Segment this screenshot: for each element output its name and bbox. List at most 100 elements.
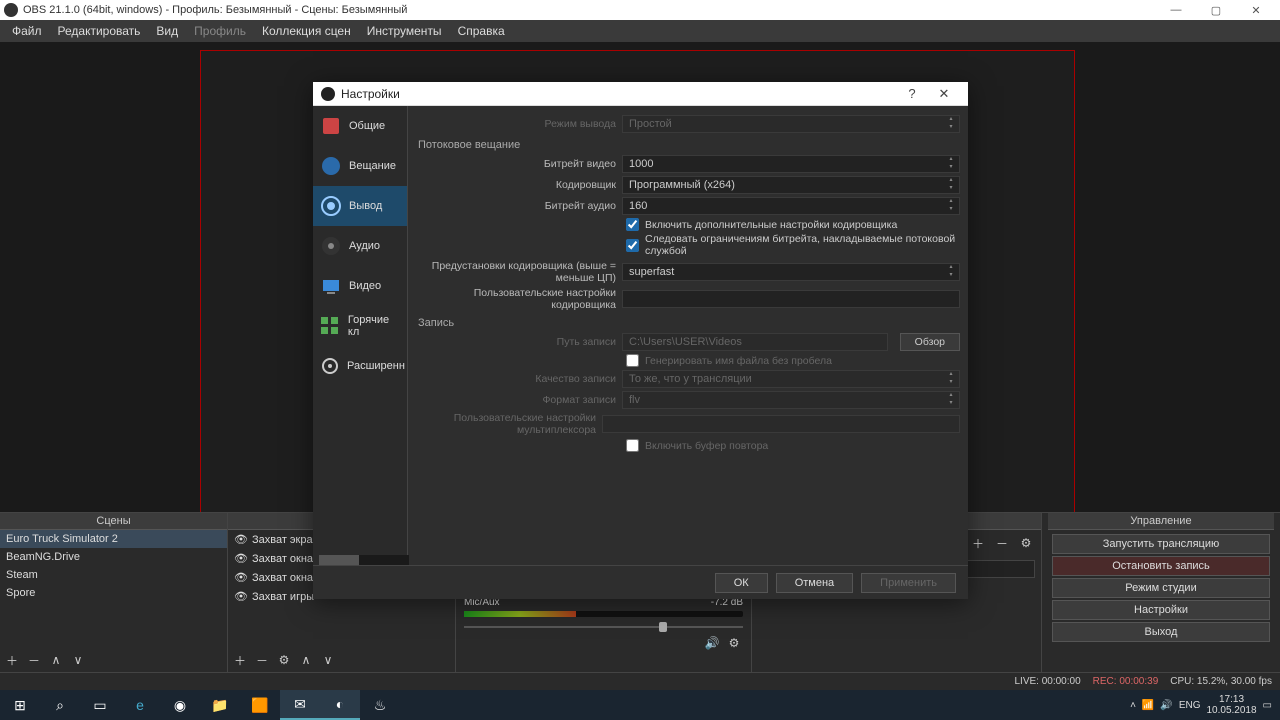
audio-bitrate-input[interactable]: 160▴▾ (622, 197, 960, 215)
eye-icon[interactable]: 👁 (234, 533, 248, 546)
dialog-help-button[interactable]: ? (896, 86, 928, 101)
wifi-icon[interactable]: 📶 (1142, 700, 1154, 711)
menu-tools[interactable]: Инструменты (359, 22, 450, 40)
rec-path-input[interactable]: C:\Users\USER\Videos (622, 333, 888, 351)
menu-edit[interactable]: Редактировать (50, 22, 149, 40)
eye-icon[interactable]: 👁 (234, 590, 248, 603)
remove-source-button[interactable]: － (253, 651, 271, 669)
nav-hotkeys[interactable]: Горячие кл (313, 306, 407, 346)
source-down-button[interactable]: ∨ (319, 651, 337, 669)
apply-button[interactable]: Применить (861, 573, 956, 593)
explorer-icon[interactable]: 📁 (200, 690, 240, 720)
scene-item[interactable]: Euro Truck Simulator 2 (0, 530, 227, 548)
scene-item[interactable]: Steam (0, 566, 227, 584)
output-mode-label: Режим вывода (416, 118, 616, 130)
sidebar-scrollbar[interactable] (319, 555, 409, 565)
menu-profile[interactable]: Профиль (186, 22, 254, 40)
scene-down-button[interactable]: ∨ (69, 651, 87, 669)
menu-help[interactable]: Справка (450, 22, 513, 40)
nav-advanced[interactable]: Расширенн (313, 346, 407, 386)
task-view-icon[interactable]: ▭ (80, 690, 120, 720)
maximize-button[interactable]: ▢ (1196, 4, 1236, 17)
main-titlebar: OBS 21.1.0 (64bit, windows) - Профиль: Б… (0, 0, 1280, 20)
volume-icon[interactable]: 🔊 (1160, 700, 1172, 711)
clock[interactable]: 17:13 10.05.2018 (1206, 694, 1256, 716)
windows-taskbar: ⊞ ⌕ ▭ e ◉ 📁 🟧 ✉ ◐ ♨ ˄ 📶 🔊 ENG 17:13 10.0… (0, 690, 1280, 720)
scene-up-button[interactable]: ∧ (47, 651, 65, 669)
menu-file[interactable]: Файл (4, 22, 50, 40)
nav-audio[interactable]: Аудио (313, 226, 407, 266)
no-space-check-label: Генерировать имя файла без пробела (645, 355, 832, 367)
stream-icon (319, 154, 343, 178)
start-button[interactable]: ⊞ (0, 690, 40, 720)
menu-scene-collection[interactable]: Коллекция сцен (254, 22, 359, 40)
ok-button[interactable]: ОК (715, 573, 768, 593)
nav-stream[interactable]: Вещание (313, 146, 407, 186)
steam-icon[interactable]: ♨ (360, 690, 400, 720)
add-scene-button[interactable]: ＋ (3, 651, 21, 669)
mixer-channel-mic: Mic/Aux-7.2 dB 🔊⚙ (456, 593, 751, 656)
rec-format-select[interactable]: flv▴▾ (622, 391, 960, 409)
dialog-close-button[interactable]: ✕ (928, 86, 960, 102)
minimize-button[interactable]: — (1156, 4, 1196, 17)
scene-item[interactable]: BeamNG.Drive (0, 548, 227, 566)
gear-icon[interactable]: ⚙ (725, 634, 743, 652)
start-stream-button[interactable]: Запустить трансляцию (1052, 534, 1270, 554)
search-icon[interactable]: ⌕ (40, 690, 80, 720)
app-icon-1[interactable]: ◉ (160, 690, 200, 720)
adv-encoder-check-label: Включить дополнительные настройки кодиро… (645, 219, 897, 231)
recording-section-title: Запись (418, 317, 960, 329)
cancel-button[interactable]: Отмена (776, 573, 853, 593)
remove-scene-button[interactable]: － (25, 651, 43, 669)
output-mode-select[interactable]: Простой▴▾ (622, 115, 960, 133)
notifications-icon[interactable]: ▭ (1263, 700, 1272, 711)
source-up-button[interactable]: ∧ (297, 651, 315, 669)
chevron-up-icon[interactable]: ˄ (1130, 700, 1136, 711)
source-settings-button[interactable]: ⚙ (275, 651, 293, 669)
system-tray[interactable]: ˄ 📶 🔊 ENG 17:13 10.05.2018 ▭ (1122, 694, 1280, 716)
scene-item[interactable]: Spore (0, 584, 227, 602)
nav-video[interactable]: Видео (313, 266, 407, 306)
browse-button[interactable]: Обзор (900, 333, 960, 351)
follow-bitrate-checkbox[interactable] (626, 239, 639, 252)
scenes-list[interactable]: Euro Truck Simulator 2 BeamNG.Drive Stea… (0, 530, 227, 648)
preset-select[interactable]: superfast▴▾ (622, 263, 960, 281)
audio-icon (319, 234, 343, 258)
remove-transition-button[interactable]: － (993, 534, 1011, 552)
nav-output[interactable]: Вывод (313, 186, 407, 226)
mute-icon[interactable]: 🔊 (703, 634, 721, 652)
audio-meter (464, 611, 743, 617)
menu-view[interactable]: Вид (148, 22, 186, 40)
exit-button[interactable]: Выход (1052, 622, 1270, 642)
custom-encoder-input[interactable] (622, 290, 960, 308)
add-source-button[interactable]: ＋ (231, 651, 249, 669)
eye-icon[interactable]: 👁 (234, 552, 248, 565)
adv-encoder-checkbox[interactable] (626, 218, 639, 231)
dialog-titlebar: Настройки ? ✕ (313, 82, 968, 106)
mail-icon[interactable]: ✉ (280, 690, 320, 720)
studio-mode-button[interactable]: Режим студии (1052, 578, 1270, 598)
general-icon (319, 114, 343, 138)
app-icon-2[interactable]: 🟧 (240, 690, 280, 720)
advanced-icon (319, 354, 341, 378)
encoder-select[interactable]: Программный (x264)▴▾ (622, 176, 960, 194)
volume-slider[interactable] (464, 620, 743, 634)
close-button[interactable]: ✕ (1236, 4, 1276, 17)
obs-taskbar-icon[interactable]: ◐ (320, 690, 360, 720)
settings-dialog: Настройки ? ✕ Общие Вещание Вывод Аудио … (313, 82, 968, 599)
no-space-checkbox[interactable] (626, 354, 639, 367)
eye-icon[interactable]: 👁 (234, 571, 248, 584)
mux-input[interactable] (602, 415, 960, 433)
menubar: Файл Редактировать Вид Профиль Коллекция… (0, 20, 1280, 42)
add-transition-button[interactable]: ＋ (969, 534, 987, 552)
stop-record-button[interactable]: Остановить запись (1052, 556, 1270, 576)
dialog-sidebar: Общие Вещание Вывод Аудио Видео Горячие … (313, 106, 408, 565)
language-indicator[interactable]: ENG (1179, 700, 1201, 711)
transition-settings-button[interactable]: ⚙ (1017, 534, 1035, 552)
nav-general[interactable]: Общие (313, 106, 407, 146)
rec-quality-select[interactable]: То же, что у трансляции▴▾ (622, 370, 960, 388)
edge-icon[interactable]: e (120, 690, 160, 720)
settings-button[interactable]: Настройки (1052, 600, 1270, 620)
video-bitrate-input[interactable]: 1000▴▾ (622, 155, 960, 173)
replay-buffer-checkbox[interactable] (626, 439, 639, 452)
